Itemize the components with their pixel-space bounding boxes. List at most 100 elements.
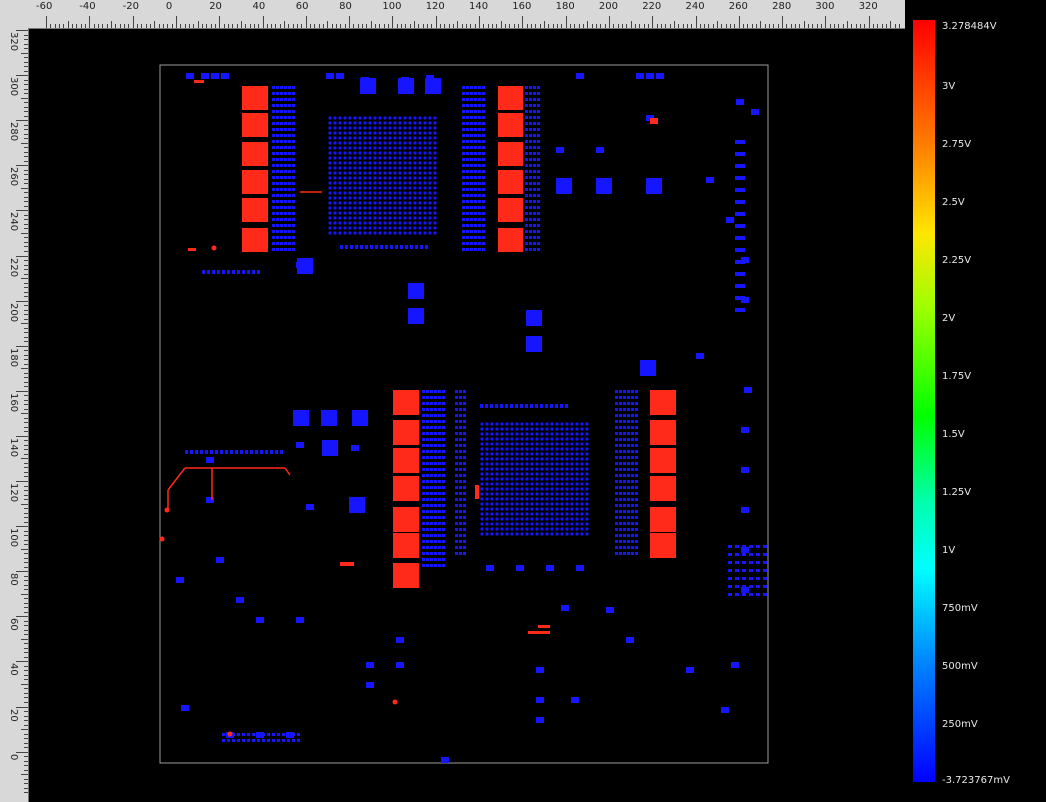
- legend-tick-label: 2.25V: [942, 255, 972, 266]
- bottom-bga-ball: [490, 477, 494, 481]
- top-bga-ball: [358, 201, 362, 205]
- smd-pad: [430, 546, 433, 549]
- smd-pad: [478, 110, 481, 113]
- smd-pad: [529, 212, 532, 215]
- bottom-bga-ball: [565, 517, 569, 521]
- header-pin: [200, 450, 203, 454]
- smd-pad: [292, 194, 295, 197]
- ruler-tick: [24, 778, 28, 780]
- ruler-tick: [24, 589, 28, 591]
- smd-pad: [482, 164, 485, 167]
- bottom-bga-ball: [525, 502, 529, 506]
- ruler-tick: [24, 269, 28, 271]
- smd-pad: [434, 492, 437, 495]
- ruler-tick: [336, 24, 338, 28]
- ruler-tick: [24, 417, 28, 419]
- top-bga-ball: [338, 226, 342, 230]
- bottom-bga-ball: [510, 497, 514, 501]
- smd-pad: [426, 564, 429, 567]
- smd-pad: [619, 426, 622, 429]
- top-bga-ball: [338, 171, 342, 175]
- bottom-bga-ball: [520, 467, 524, 471]
- bottom-bga-ball: [545, 507, 549, 511]
- smd-pad: [686, 667, 694, 673]
- bottom-bga-ball: [495, 517, 499, 521]
- smd-pad: [434, 534, 437, 537]
- ruler-tick: [232, 24, 234, 28]
- smd-pad: [474, 236, 477, 239]
- bottom-bga-ball: [490, 457, 494, 461]
- smd-pad: [438, 552, 441, 555]
- bottom-bga-ball: [540, 462, 544, 466]
- ruler-tick: [76, 24, 78, 28]
- ruler-tick: [535, 24, 537, 28]
- top-bga-ball: [393, 141, 397, 145]
- bottom-bga-ball: [535, 472, 539, 476]
- ruler-tick: [353, 24, 355, 28]
- header-pin: [272, 733, 275, 736]
- smd-pad: [284, 248, 287, 251]
- top-bga-ball: [383, 181, 387, 185]
- bottom-bga-ball: [580, 477, 584, 481]
- bga-edge: [500, 404, 503, 408]
- top-bga-ball: [418, 206, 422, 210]
- bottom-bga-ball: [535, 482, 539, 486]
- ruler-tick: [686, 24, 688, 28]
- top-bga-ball: [363, 181, 367, 185]
- bottom-bga-ball: [550, 502, 554, 506]
- smd-pad: [529, 98, 532, 101]
- smd-pad: [292, 230, 295, 233]
- pcb-voltage-canvas[interactable]: [29, 29, 905, 802]
- bottom-bga-ball: [520, 427, 524, 431]
- ruler-tick: [24, 544, 28, 546]
- ruler-tick: [24, 354, 28, 356]
- top-bga-ball: [433, 226, 437, 230]
- ruler-tick: [418, 24, 420, 28]
- top-bga-ball: [428, 226, 432, 230]
- ruler-tick: [58, 24, 60, 28]
- smd-pad: [529, 110, 532, 113]
- bottom-bga-ball: [585, 532, 589, 536]
- top-bga-ball: [338, 181, 342, 185]
- smd-pad: [482, 200, 485, 203]
- bottom-bga-ball: [565, 442, 569, 446]
- ruler-tick: [786, 24, 788, 28]
- ruler-tick: [24, 422, 28, 424]
- smd-pad: [430, 444, 433, 447]
- bottom-bga-ball: [530, 437, 534, 441]
- board-drawing[interactable]: [29, 29, 905, 802]
- smd-pad: [442, 390, 445, 393]
- smd-pad: [442, 492, 445, 495]
- smd-pad: [459, 444, 462, 447]
- smd-pad: [422, 516, 425, 519]
- top-bga-ball: [408, 221, 412, 225]
- top-bga-ball: [348, 191, 352, 195]
- ic-package: [352, 410, 368, 426]
- smd-pad: [272, 218, 275, 221]
- ruler-tick: [517, 24, 519, 28]
- smd-pad: [430, 486, 433, 489]
- bottom-bga-ball: [510, 522, 514, 526]
- smd-pad: [529, 218, 532, 221]
- top-bga-ball: [378, 221, 382, 225]
- smd-pad: [631, 456, 634, 459]
- top-bga-ball: [413, 206, 417, 210]
- bottom-bga-ball: [570, 447, 574, 451]
- ruler-tick: [110, 21, 112, 28]
- connector-pin: [742, 569, 746, 572]
- smd-pad: [430, 534, 433, 537]
- bottom-bga-ball: [545, 527, 549, 531]
- smd-pad: [619, 534, 622, 537]
- horizontal-ruler[interactable]: -60 -40 -20 0 20 40 60 80 100 120 140 160 180 200 220 2…: [0, 0, 905, 29]
- smd-pad: [280, 218, 283, 221]
- smd-pad: [615, 414, 618, 417]
- top-bga-ball: [383, 166, 387, 170]
- ruler-tick: [24, 539, 28, 541]
- top-bga-ball: [418, 171, 422, 175]
- bottom-bga-ball: [520, 492, 524, 496]
- vertical-ruler[interactable]: 320 300 280 260 240 220 200 180 160 140 120 100 80 60…: [0, 28, 29, 802]
- connector-pin: [756, 553, 760, 556]
- smd-pad: [276, 110, 279, 113]
- smd-pad: [533, 110, 536, 113]
- smd-pad: [422, 408, 425, 411]
